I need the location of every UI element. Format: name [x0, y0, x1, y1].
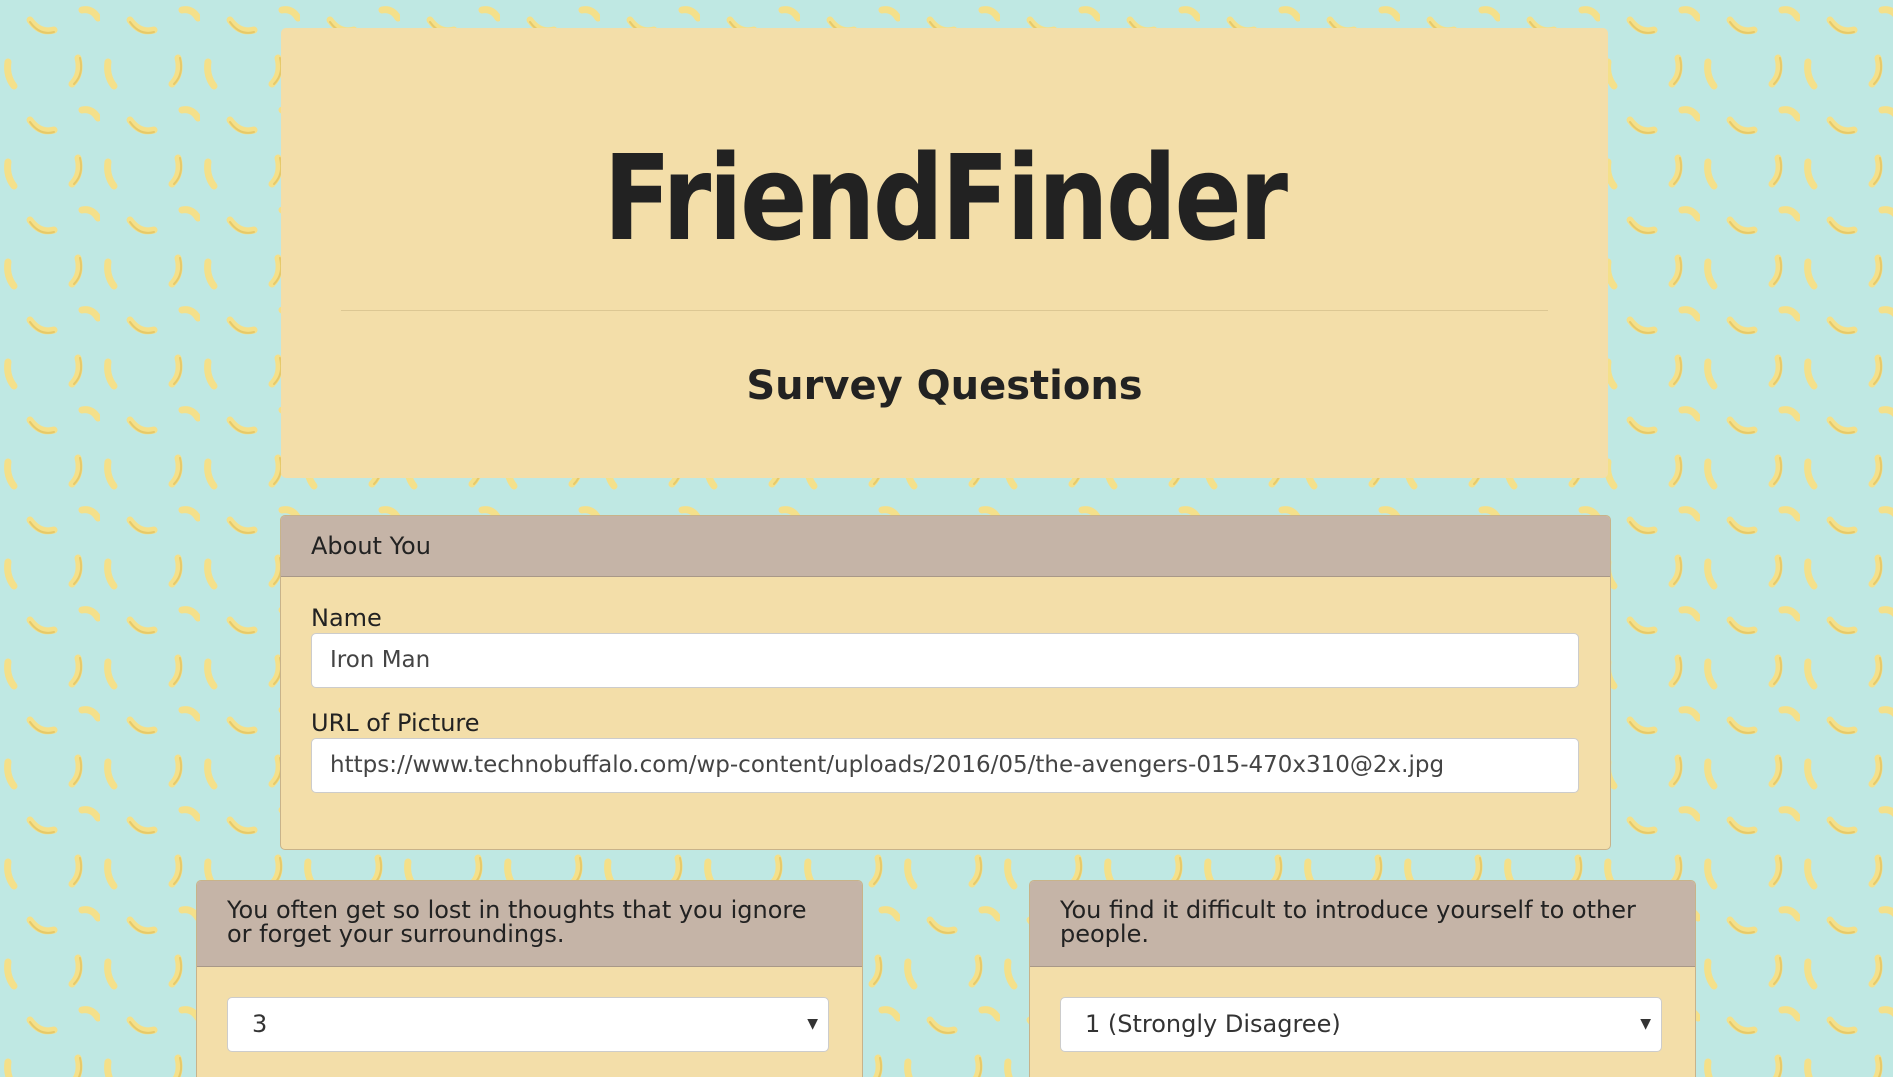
question-2-select[interactable]: 1 (Strongly Disagree) ▼: [1060, 997, 1662, 1052]
caret-down-icon: ▼: [807, 1016, 818, 1032]
site-title: FriendFinder: [603, 129, 1288, 267]
header-jumbotron: FriendFinder Survey Questions: [281, 28, 1608, 478]
page-subtitle: Survey Questions: [746, 363, 1143, 409]
about-you-heading: About You: [281, 516, 1610, 577]
title-divider: [341, 310, 1548, 311]
picture-url-label: URL of Picture: [311, 709, 480, 737]
question-panel-2: You find it difficult to introduce yours…: [1029, 880, 1696, 1077]
name-label: Name: [311, 604, 382, 632]
question-1-text: You often get so lost in thoughts that y…: [197, 881, 862, 967]
question-2-text: You find it difficult to introduce yours…: [1030, 881, 1695, 967]
question-1-select[interactable]: 3 ▼: [227, 997, 829, 1052]
question-2-selected-value: 1 (Strongly Disagree): [1085, 1010, 1341, 1038]
picture-url-input[interactable]: https://www.technobuffalo.com/wp-content…: [311, 738, 1579, 793]
caret-down-icon: ▼: [1640, 1016, 1651, 1032]
name-input[interactable]: Iron Man: [311, 633, 1579, 688]
question-1-selected-value: 3: [252, 1010, 268, 1038]
about-you-panel: About You Name Iron Man URL of Picture h…: [280, 515, 1611, 850]
question-panel-1: You often get so lost in thoughts that y…: [196, 880, 863, 1077]
